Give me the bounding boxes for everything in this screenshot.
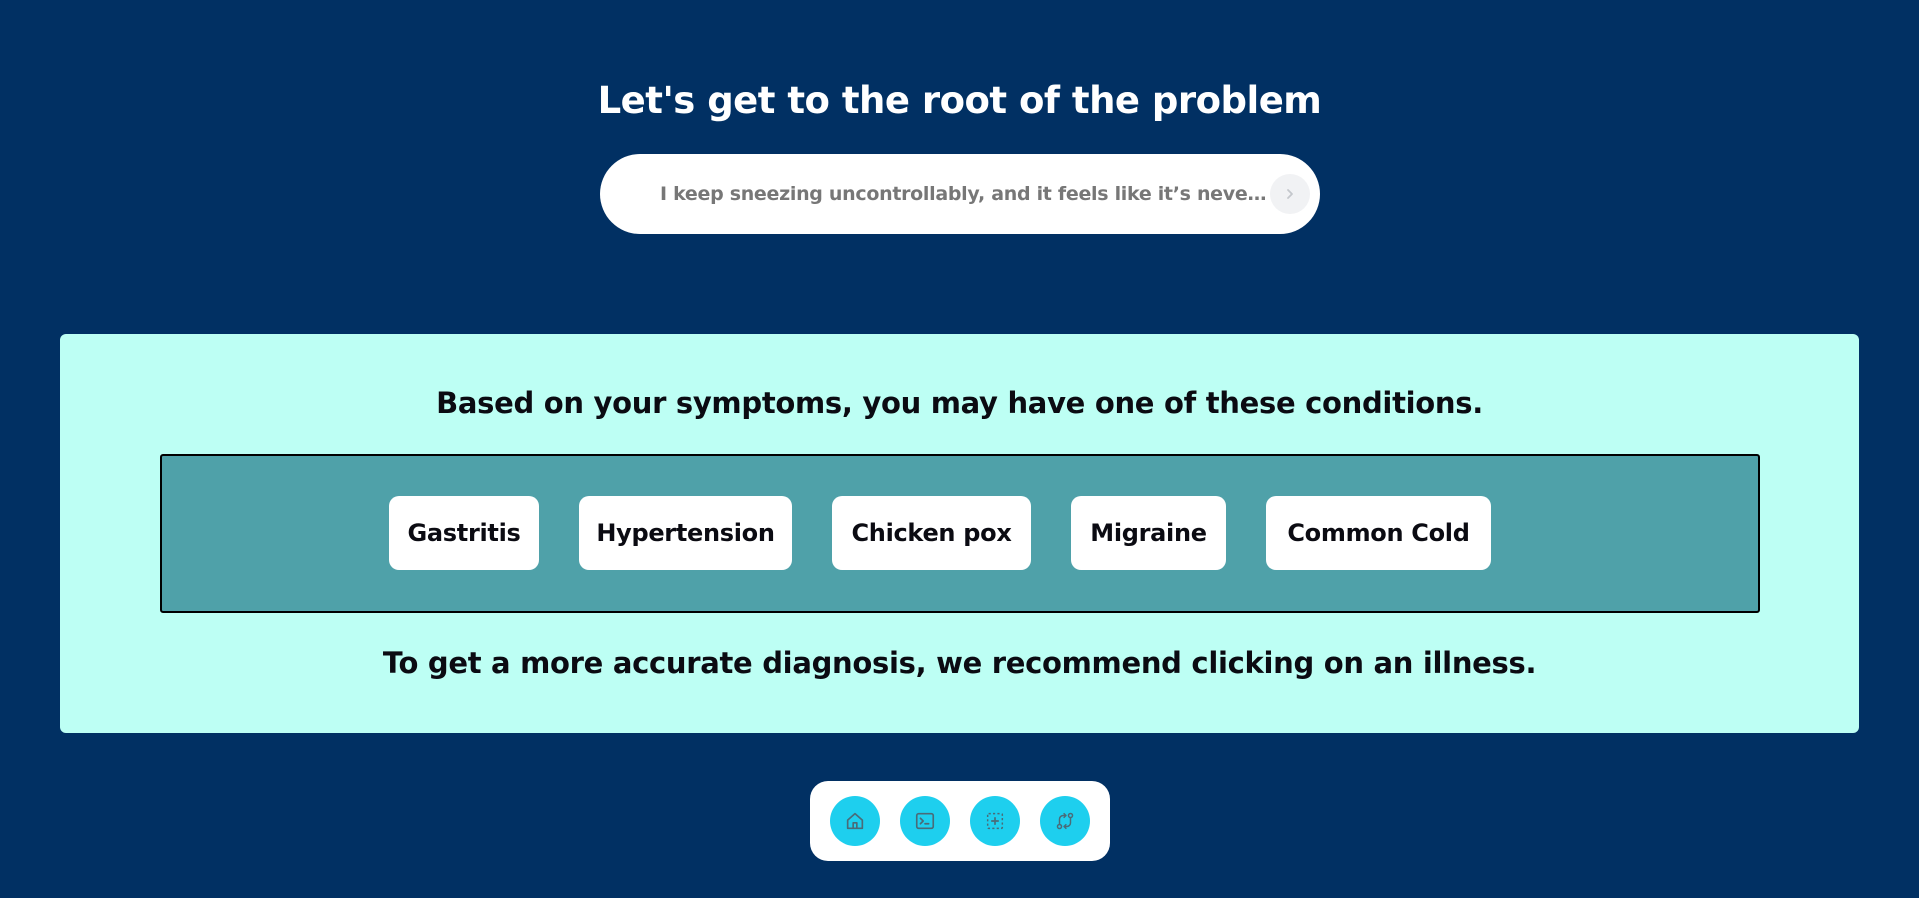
search-bar — [600, 154, 1320, 234]
condition-chip-hypertension[interactable]: Hypertension — [579, 496, 792, 570]
bottom-dock — [810, 781, 1110, 861]
page-title: Let's get to the root of the problem — [597, 79, 1322, 122]
results-footer: To get a more accurate diagnosis, we rec… — [382, 646, 1537, 680]
swap-button[interactable] — [1040, 796, 1090, 846]
results-panel: Based on your symptoms, you may have one… — [60, 334, 1859, 733]
terminal-button[interactable] — [900, 796, 950, 846]
swap-icon — [1056, 812, 1074, 830]
symptom-input[interactable] — [660, 154, 1270, 234]
condition-chip-gastritis[interactable]: Gastritis — [389, 496, 539, 570]
submit-button[interactable] — [1270, 174, 1310, 214]
results-title: Based on your symptoms, you may have one… — [436, 386, 1483, 420]
condition-chip-migraine[interactable]: Migraine — [1071, 496, 1226, 570]
terminal-icon — [915, 812, 935, 830]
dashed-add-icon — [986, 812, 1004, 830]
chevron-right-icon — [1287, 189, 1293, 199]
home-button[interactable] — [830, 796, 880, 846]
home-icon — [846, 812, 864, 830]
condition-chip-common-cold[interactable]: Common Cold — [1266, 496, 1491, 570]
conditions-list: Gastritis Hypertension Chicken pox Migra… — [160, 454, 1760, 613]
page: Let's get to the root of the problem Bas… — [0, 0, 1919, 898]
dashed-add-button[interactable] — [970, 796, 1020, 846]
condition-chip-chicken-pox[interactable]: Chicken pox — [832, 496, 1031, 570]
